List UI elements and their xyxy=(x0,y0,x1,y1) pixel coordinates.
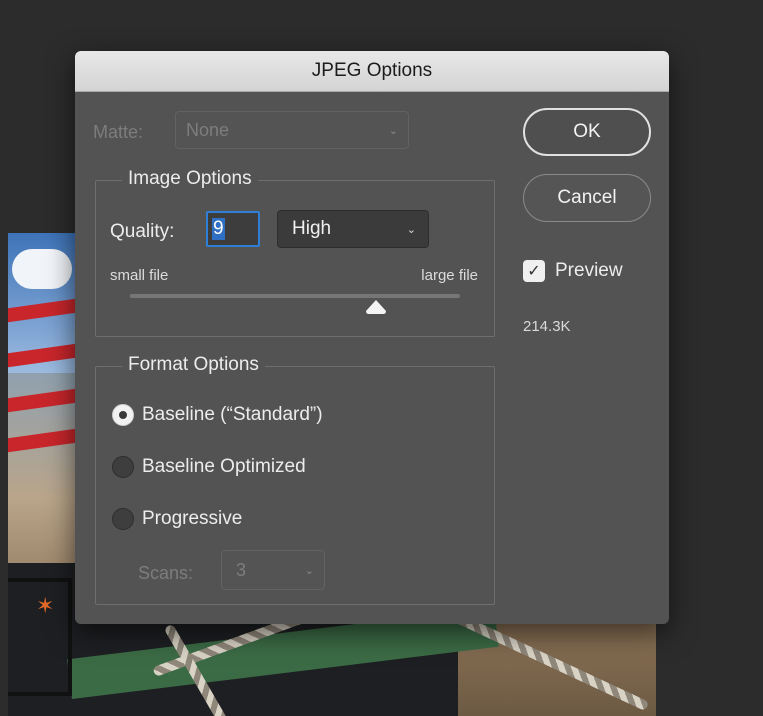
radio-progressive[interactable]: Progressive xyxy=(112,508,242,530)
scans-select: 3 ⌄ xyxy=(221,550,325,590)
format-options-group: Format Options Baseline (“Standard”) Bas… xyxy=(95,354,495,605)
slider-min-label: small file xyxy=(110,267,169,284)
quality-slider-track[interactable] xyxy=(130,294,460,298)
radio-label: Baseline (“Standard”) xyxy=(142,404,323,425)
radio-checked-icon xyxy=(112,404,134,426)
cancel-button[interactable]: Cancel xyxy=(523,174,651,222)
radio-baseline-optimized[interactable]: Baseline Optimized xyxy=(112,456,306,478)
chevron-down-icon: ⌄ xyxy=(388,124,398,137)
photo-cloud xyxy=(12,249,72,289)
quality-preset-value: High xyxy=(292,218,332,239)
radio-baseline-standard[interactable]: Baseline (“Standard”) xyxy=(112,404,323,426)
checkmark-icon[interactable]: ✓ xyxy=(523,260,545,282)
quality-preset-select[interactable]: High ⌄ xyxy=(277,210,429,248)
matte-value: None xyxy=(186,119,230,140)
radio-unchecked-icon xyxy=(112,508,134,530)
dialog-title: JPEG Options xyxy=(311,60,433,81)
photo-red-beam xyxy=(8,387,83,413)
quality-label: Quality: xyxy=(110,221,175,242)
jpeg-options-dialog: JPEG Options Matte: None ⌄ Image Options… xyxy=(75,51,669,624)
matte-select: None ⌄ xyxy=(175,111,409,149)
preview-label: Preview xyxy=(555,260,623,281)
image-options-group: Image Options Quality: 9 High ⌄ small fi… xyxy=(95,168,495,337)
matte-label: Matte: xyxy=(93,122,144,142)
image-options-title: Image Options xyxy=(122,168,258,190)
quality-input[interactable]: 9 xyxy=(206,211,260,247)
format-options-title: Format Options xyxy=(122,354,265,376)
chevron-down-icon: ⌄ xyxy=(406,223,416,236)
triangle-thumb-icon[interactable] xyxy=(366,300,386,314)
chevron-down-icon: ⌄ xyxy=(304,564,314,577)
radio-unchecked-icon xyxy=(112,456,134,478)
quality-value: 9 xyxy=(212,218,225,240)
photo-red-beam xyxy=(8,427,83,453)
slider-max-label: large file xyxy=(421,267,478,284)
scans-label: Scans: xyxy=(138,563,194,583)
dialog-titlebar[interactable]: JPEG Options xyxy=(75,51,669,92)
photo-star-emblem: ✶ xyxy=(36,593,55,618)
preview-checkbox-row[interactable]: ✓ Preview xyxy=(523,260,623,282)
radio-label: Baseline Optimized xyxy=(142,456,306,477)
file-size-readout: 214.3K xyxy=(523,318,571,335)
scans-value: 3 xyxy=(236,559,247,580)
radio-label: Progressive xyxy=(142,508,243,529)
ok-button[interactable]: OK xyxy=(523,108,651,156)
